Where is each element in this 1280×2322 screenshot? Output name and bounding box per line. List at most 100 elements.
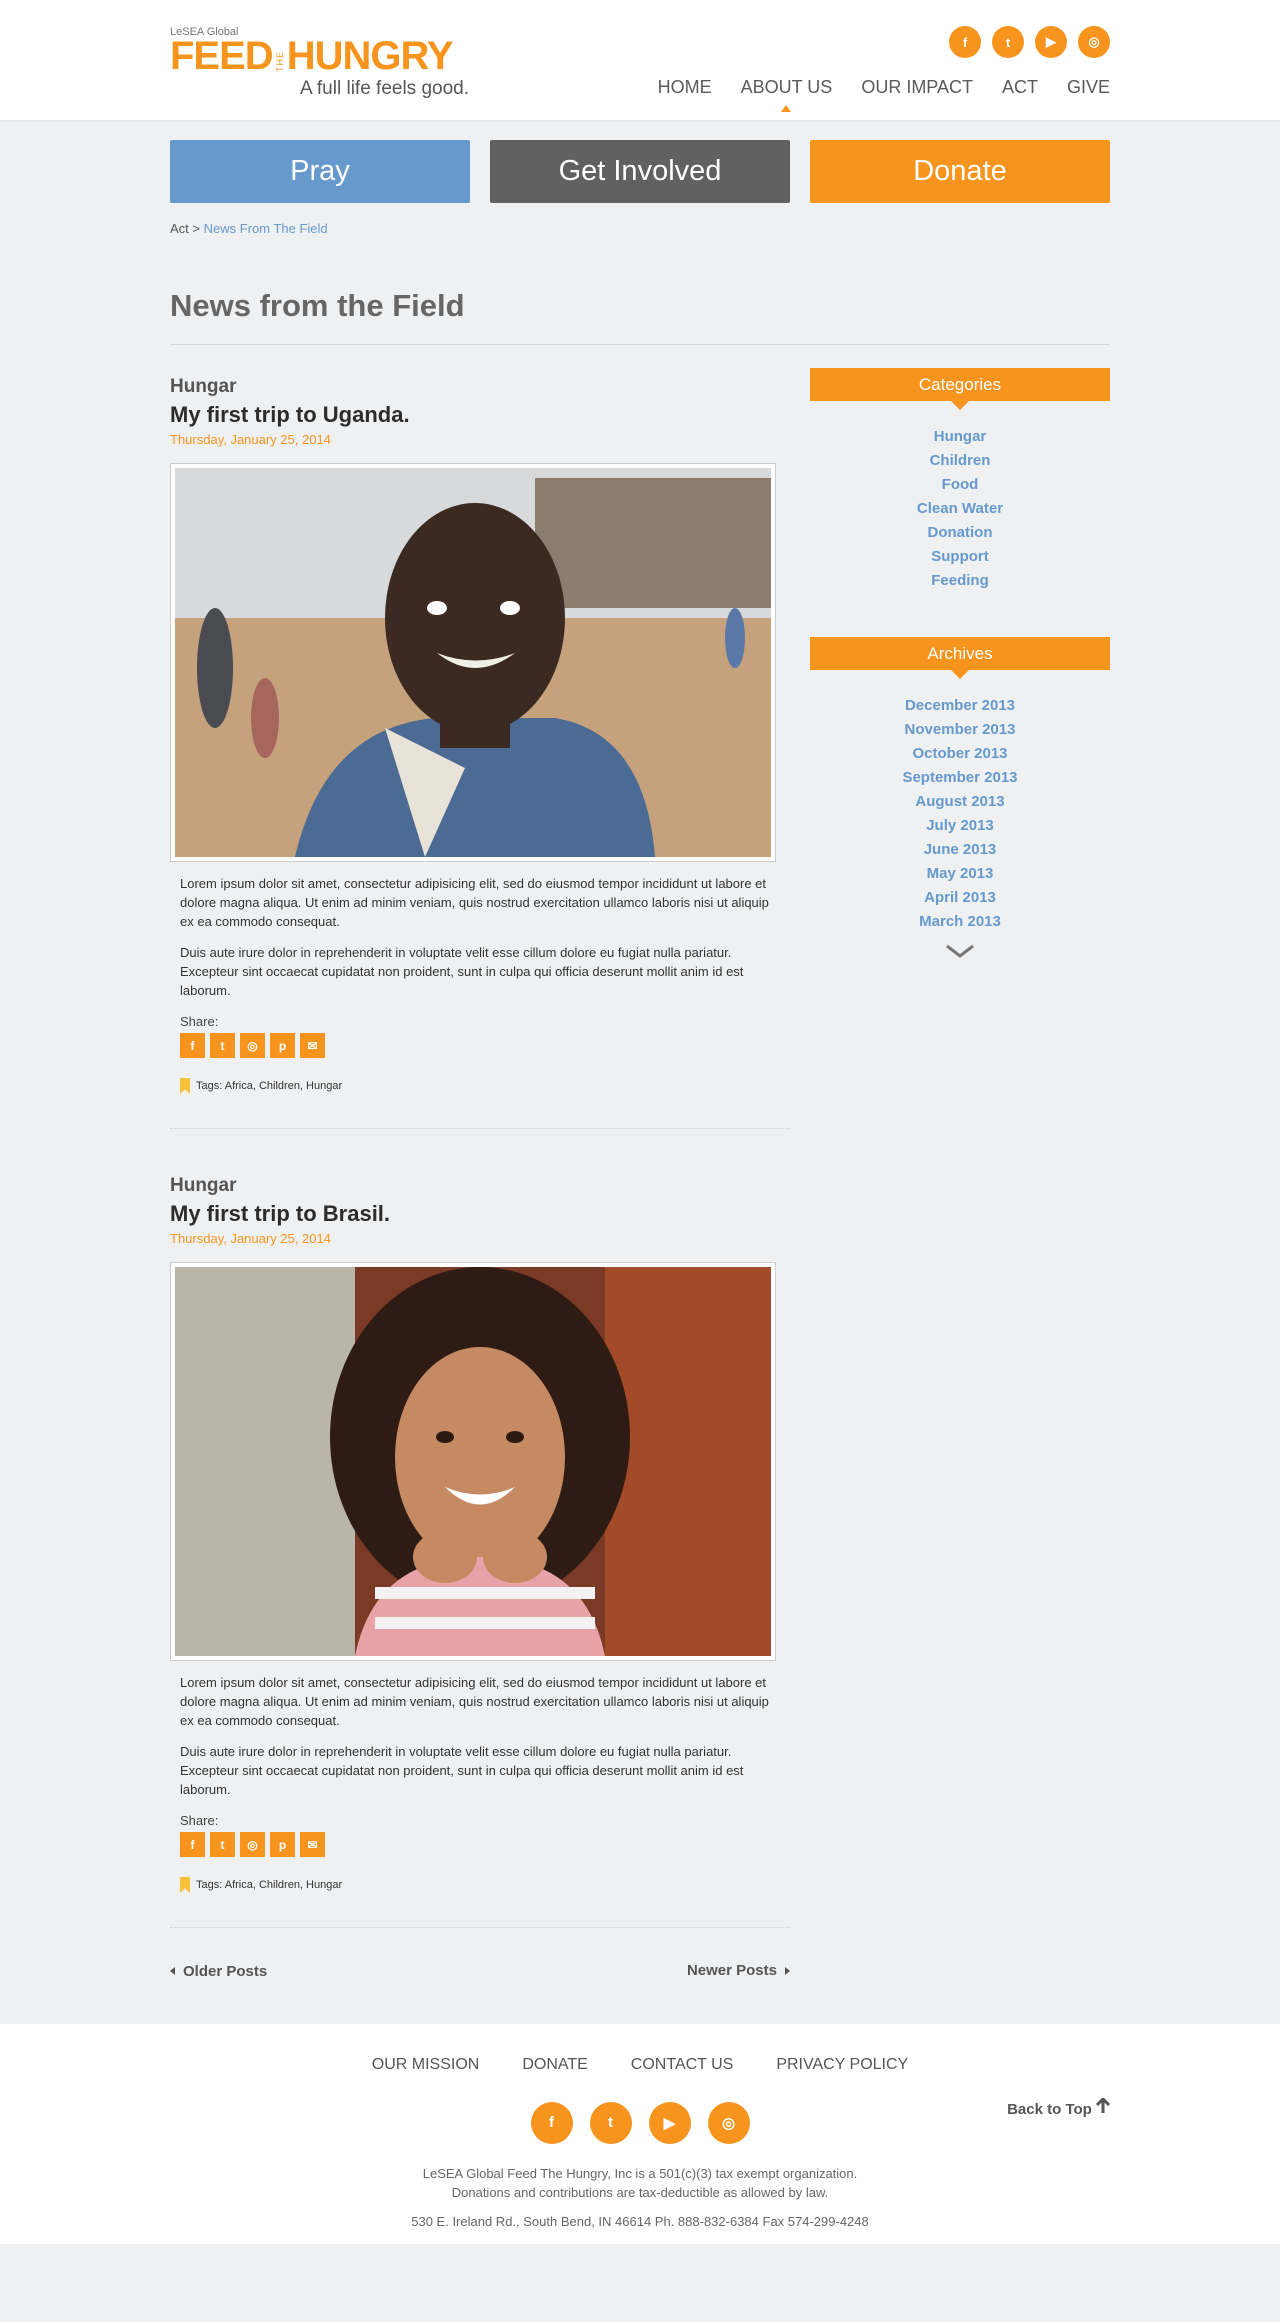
archive-link[interactable]: November 2013 [810,718,1110,742]
arrow-right-icon [785,1966,790,1975]
archive-link[interactable]: December 2013 [810,694,1110,718]
breadcrumb-separator: > [192,221,201,236]
twitter-icon[interactable]: t [589,2101,632,2144]
site-logo[interactable]: LeSEA Global FEED THE HUNGRY A full life… [170,26,490,102]
post-title[interactable]: My first trip to Brasil. [170,1201,790,1227]
chevron-down-icon[interactable] [810,944,1110,963]
site-header: LeSEA Global FEED THE HUNGRY A full life… [0,0,1280,120]
category-link[interactable]: Feeding [810,569,1110,593]
footer-address: 530 E. Ireland Rd., South Bend, IN 46614… [411,2213,869,2229]
share-label: Share: [180,1014,219,1029]
breadcrumb: Act > News From The Field [170,221,1110,236]
archive-link[interactable]: October 2013 [810,742,1110,766]
main-nav: HOME ABOUT US OUR IMPACT ACT GIVE [658,77,1110,112]
newer-posts-link[interactable]: Newer Posts [687,1962,790,1980]
nav-act[interactable]: ACT [1002,77,1038,98]
category-link[interactable]: Food [810,473,1110,497]
share-buttons: f t ◎ p ✉ [180,1033,780,1058]
tags-text[interactable]: Tags: Africa, Children, Hungar [196,1879,342,1891]
post-paragraph: Lorem ipsum dolor sit amet, consectetur … [180,1675,769,1728]
post-date: Thursday, January 25, 2014 [170,432,331,447]
pray-button[interactable]: Pray [170,140,470,203]
youtube-icon[interactable]: ▶ [648,2101,691,2144]
blog-post: Hungar My first trip to Brasil. Thursday… [170,1175,790,1928]
facebook-icon[interactable]: f [180,1832,205,1857]
archives-list: December 2013 November 2013 October 2013… [810,694,1110,934]
archive-link[interactable]: September 2013 [810,766,1110,790]
page-content: Pray Get Involved Donate Act > News From… [170,140,1111,2118]
twitter-icon[interactable]: t [992,26,1024,58]
logo-wordmark: FEED THE HUNGRY [170,36,454,76]
twitter-icon[interactable]: t [210,1832,235,1857]
archives-heading: Archives [810,637,1110,679]
archive-link[interactable]: July 2013 [810,814,1110,838]
get-involved-button[interactable]: Get Involved [490,140,790,203]
footer-privacy-policy[interactable]: PRIVACY POLICY [776,2056,908,2074]
tags-text[interactable]: Tags: Africa, Children, Hungar [196,1080,342,1092]
category-link[interactable]: Donation [810,521,1110,545]
post-photo[interactable] [170,1262,776,1661]
categories-list: Hungar Children Food Clean Water Donatio… [810,425,1110,593]
pinterest-icon[interactable]: p [270,1033,295,1058]
photo-girl-smiling [175,1267,771,1656]
post-title[interactable]: My first trip to Uganda. [170,402,790,428]
page-title: News from the Field [170,288,1110,345]
post-category[interactable]: Hungar [170,1175,790,1197]
action-buttons: Pray Get Involved Donate [170,140,1110,203]
youtube-icon[interactable]: ▶ [1035,26,1067,58]
category-link[interactable]: Hungar [810,425,1110,449]
nav-our-impact[interactable]: OUR IMPACT [861,77,973,98]
footer-contact-us[interactable]: CONTACT US [631,2056,734,2074]
breadcrumb-current[interactable]: News From The Field [204,221,328,236]
instagram-icon[interactable]: ◎ [1078,26,1110,58]
post-paragraph: Duis aute irure dolor in reprehenderit i… [180,945,744,998]
footer-legal: LeSEA Global Feed The Hungry, Inc is a 5… [0,2164,1280,2202]
pinterest-icon[interactable]: p [270,1832,295,1857]
archive-link[interactable]: May 2013 [810,862,1110,886]
footer-nav: OUR MISSION DONATE CONTACT US PRIVACY PO… [0,2056,1280,2074]
nav-give[interactable]: GIVE [1067,77,1110,98]
archive-link[interactable]: March 2013 [810,910,1110,934]
post-paragraph: Lorem ipsum dolor sit amet, consectetur … [180,876,769,929]
nav-about-us[interactable]: ABOUT US [741,77,832,112]
older-posts-label: Older Posts [183,1962,268,1980]
email-icon[interactable]: ✉ [300,1033,325,1058]
share-label: Share: [180,1813,219,1828]
twitter-icon[interactable]: t [210,1033,235,1058]
logo-tagline: A full life feels good. [300,78,469,99]
post-pagination: Older Posts Newer Posts [170,1962,790,1980]
post-tags: Tags: Africa, Children, Hungar [180,1877,780,1893]
bookmark-icon [180,1877,190,1893]
post-category[interactable]: Hungar [170,376,790,398]
footer-legal-line2: Donations and contributions are tax-dedu… [451,2184,829,2200]
instagram-icon[interactable]: ◎ [240,1832,265,1857]
archive-link[interactable]: August 2013 [810,790,1110,814]
email-icon[interactable]: ✉ [300,1832,325,1857]
instagram-icon[interactable]: ◎ [240,1033,265,1058]
nav-home[interactable]: HOME [658,77,712,98]
category-link[interactable]: Children [810,449,1110,473]
posts-column: Hungar My first trip to Uganda. Thursday… [170,368,790,1980]
archive-link[interactable]: June 2013 [810,838,1110,862]
newer-posts-label: Newer Posts [686,1962,777,1979]
category-link[interactable]: Support [810,545,1110,569]
breadcrumb-act[interactable]: Act [170,221,189,236]
back-to-top-link[interactable]: Back to Top [1007,2096,1111,2118]
footer-legal-line1: LeSEA Global Feed The Hungry, Inc is a 5… [422,2165,858,2181]
footer-donate[interactable]: DONATE [522,2056,587,2074]
facebook-icon[interactable]: f [949,26,981,58]
archive-link[interactable]: April 2013 [810,886,1110,910]
category-link[interactable]: Clean Water [810,497,1110,521]
photo-boy-smiling [175,468,771,857]
instagram-icon[interactable]: ◎ [707,2101,750,2144]
header-social-links: f t ▶ ◎ [949,26,1110,58]
post-photo[interactable] [170,463,776,862]
facebook-icon[interactable]: f [530,2101,573,2144]
blog-post: Hungar My first trip to Uganda. Thursday… [170,376,790,1129]
footer-our-mission[interactable]: OUR MISSION [372,2056,480,2074]
donate-button[interactable]: Donate [810,140,1110,203]
facebook-icon[interactable]: f [180,1033,205,1058]
arrow-up-icon [1095,2096,1111,2113]
site-footer: OUR MISSION DONATE CONTACT US PRIVACY PO… [0,2023,1280,2244]
older-posts-link[interactable]: Older Posts [170,1962,267,1980]
